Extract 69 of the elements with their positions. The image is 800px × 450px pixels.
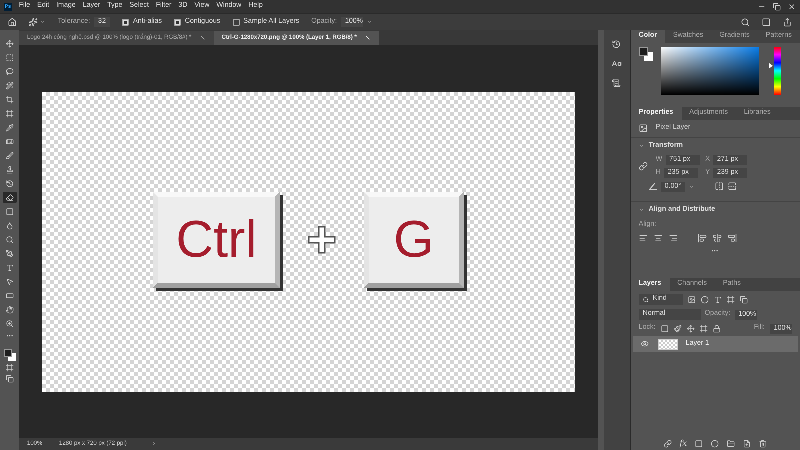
layer-thumbnail [658,338,678,350]
hand-icon [6,306,14,314]
character-icon[interactable] [612,59,622,69]
tool-button[interactable] [2,192,17,203]
search-icon[interactable] [741,18,750,26]
brush-icon [6,152,14,160]
image-filter-icon[interactable] [688,296,696,304]
bandage-icon [6,138,14,146]
share-icon[interactable] [783,18,792,26]
visibility-icon[interactable] [640,340,649,348]
flip-vertical-icon[interactable] [728,182,737,191]
align-middle-icon[interactable] [712,234,722,243]
folder-icon[interactable] [727,440,736,448]
plus-icon [308,226,336,254]
stamp-icon [6,166,14,174]
align-top-icon[interactable] [698,234,707,243]
caret-icon[interactable] [688,184,695,190]
flip-horizontal-icon[interactable] [714,182,724,191]
key-label: G [394,214,434,266]
rectangle-icon [6,292,14,300]
droplet-icon [6,222,14,230]
align-center-icon[interactable] [654,234,663,243]
eraser-icon [6,194,14,202]
fx-icon[interactable]: fx [680,438,688,450]
eyedropper-icon [6,124,14,132]
checkbox[interactable] [232,18,240,26]
close-icon[interactable] [200,35,206,41]
paragraph-icon[interactable] [612,79,622,88]
close-icon[interactable] [788,2,796,10]
align-bottom-icon[interactable] [728,234,737,243]
align-left-icon[interactable] [638,234,648,243]
wand-icon [6,82,14,90]
color-swatches-icon[interactable] [4,349,16,361]
checkbox[interactable] [122,18,130,26]
brush-icon[interactable] [674,324,682,332]
caret-icon[interactable] [367,19,374,25]
link-icon[interactable] [638,162,648,171]
move-icon [6,40,14,48]
new-layer-icon[interactable] [743,440,752,448]
trash-icon[interactable] [759,440,768,448]
hue-slider[interactable] [768,47,781,95]
checkbox[interactable] [174,18,182,26]
key-label: Ctrl [176,214,258,266]
restore-icon[interactable] [773,2,781,10]
color-swatches-icon[interactable] [638,47,653,61]
history-icon[interactable] [612,40,622,49]
zoom-icon [6,320,14,328]
align-right-icon[interactable] [668,234,678,243]
link-icon[interactable] [664,440,672,448]
collapse-icon[interactable] [638,143,645,150]
angle-icon [648,183,657,190]
caret-icon[interactable] [40,19,46,25]
pointer-icon [6,278,14,286]
move-icon[interactable] [686,324,695,332]
collapse-icon[interactable] [638,207,645,214]
chevron-icon[interactable] [151,441,158,447]
crop-icon [6,96,14,104]
type-icon [6,264,14,272]
type-filter-icon[interactable] [714,296,722,304]
pen-icon [6,250,14,258]
pixel-layer-icon [638,124,648,133]
home-icon[interactable] [8,18,17,26]
hue-thumb[interactable] [768,63,773,70]
color-picker-field[interactable] [660,47,759,95]
search-icon [642,296,649,302]
lasso-icon [6,68,14,76]
history-brush-icon [6,180,14,188]
lock-icon[interactable] [712,324,721,332]
marquee-icon [6,54,14,62]
